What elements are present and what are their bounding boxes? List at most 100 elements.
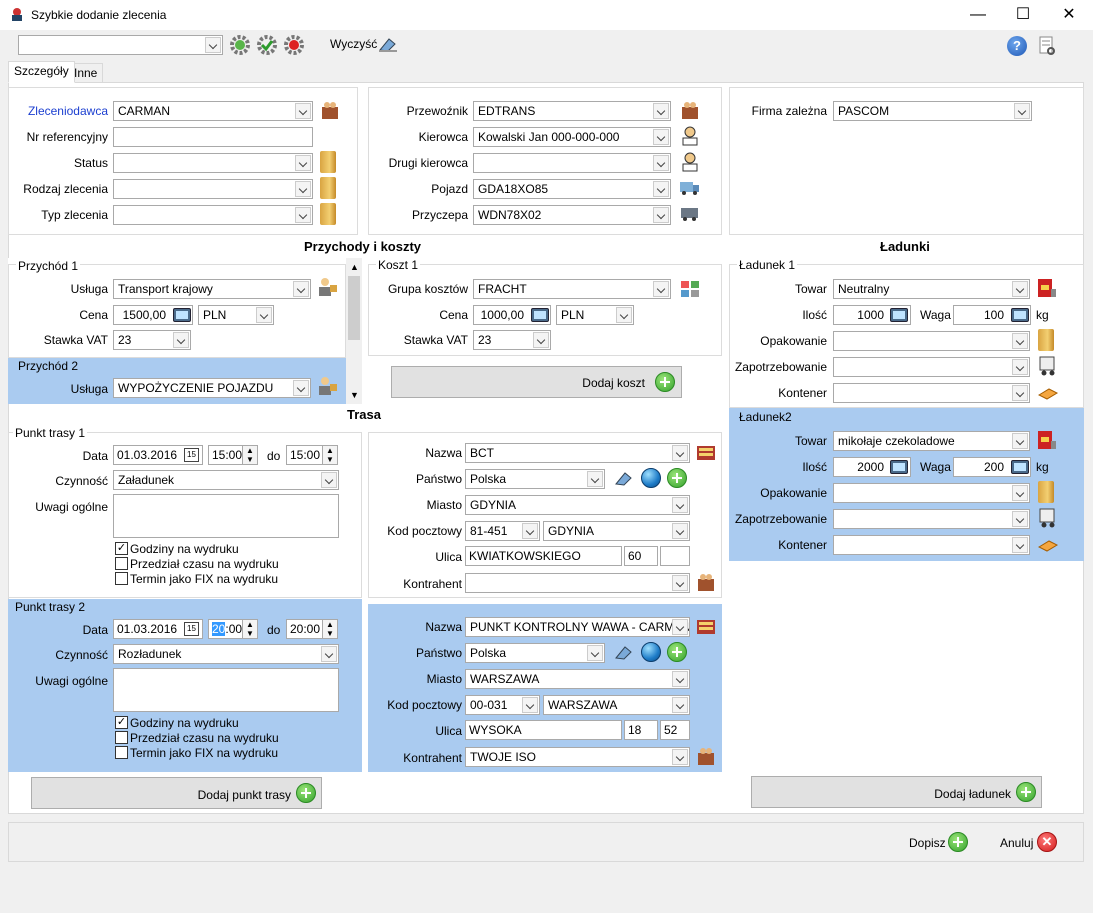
container-icon[interactable] [1037, 537, 1059, 553]
clear-label[interactable]: Wyczyść [330, 37, 377, 51]
gear-delete-icon[interactable] [283, 34, 305, 56]
cost-group-icon[interactable] [679, 278, 701, 300]
close-button[interactable]: ✕ [1046, 0, 1092, 30]
cost-vat-select[interactable]: 23 [473, 330, 551, 350]
truck-icon[interactable] [679, 180, 701, 196]
folder-icon[interactable] [320, 203, 336, 225]
eraser-icon[interactable] [377, 33, 399, 53]
driver-icon[interactable] [680, 151, 700, 172]
currency-select[interactable]: PLN [198, 305, 274, 325]
container-select[interactable] [833, 383, 1030, 403]
pack-select[interactable] [833, 331, 1030, 351]
zip-city2-select[interactable]: WARSZAWA [543, 695, 690, 715]
client-label[interactable]: Zleceniodawca [10, 104, 108, 118]
maximize-button[interactable]: ☐ [1000, 0, 1046, 30]
contractors-icon[interactable] [696, 745, 716, 765]
container2-select[interactable] [833, 535, 1030, 555]
calculator-icon[interactable] [890, 308, 908, 322]
country-select[interactable]: Polska [465, 469, 605, 489]
trailer-select[interactable]: WDN78X02 [473, 205, 671, 225]
cancel-label[interactable]: Anuluj [1000, 836, 1033, 850]
eraser-icon[interactable] [613, 641, 635, 661]
pack2-select[interactable] [833, 483, 1030, 503]
add-icon[interactable] [667, 642, 687, 662]
calculator-icon[interactable] [1011, 308, 1029, 322]
demand-truck-icon[interactable] [1037, 507, 1059, 529]
time-spinner[interactable]: ▲ ▼ [322, 619, 338, 639]
goods-icon[interactable] [1036, 277, 1058, 299]
service-select[interactable]: Transport krajowy [113, 279, 311, 299]
zip-select[interactable]: 81-451 [465, 521, 540, 541]
driver-icon[interactable] [680, 125, 700, 146]
address-book-icon[interactable] [695, 442, 717, 464]
contractors-icon[interactable] [696, 571, 716, 591]
activity2-select[interactable]: Rozładunek [113, 644, 339, 664]
cost-group-select[interactable]: FRACHT [473, 279, 671, 299]
time-spinner[interactable]: ▲ ▼ [242, 445, 258, 465]
cost-currency-select[interactable]: PLN [556, 305, 634, 325]
driver2-select[interactable] [473, 153, 671, 173]
add-cost-button[interactable]: Dodaj koszt [391, 366, 682, 398]
city-select[interactable]: GDYNIA [465, 495, 690, 515]
name2-select[interactable]: PUNKT KONTROLNY WAWA - CARMAN [465, 617, 690, 637]
report-icon[interactable] [1038, 35, 1056, 57]
goods-icon[interactable] [1036, 429, 1058, 451]
eraser-icon[interactable] [613, 467, 635, 487]
revenue-scrollbar[interactable]: ▲ ▼ [346, 258, 362, 404]
zip2-select[interactable]: 00-031 [465, 695, 540, 715]
flat-no-input[interactable] [660, 546, 690, 566]
add-route-point-button[interactable]: Dodaj punkt trasy [31, 777, 322, 809]
street-input[interactable]: KWIATKOWSKIEGO [465, 546, 622, 566]
print-range-checkbox[interactable] [115, 557, 128, 570]
calendar-icon[interactable]: 15 [184, 622, 199, 636]
globe-icon[interactable] [641, 468, 661, 488]
help-icon[interactable]: ? [1007, 36, 1027, 56]
scroll-thumb[interactable] [348, 276, 360, 340]
name-select[interactable]: BCT [465, 443, 690, 463]
contractor2-select[interactable]: TWOJE ISO [465, 747, 690, 767]
client-select[interactable]: CARMAN [113, 101, 313, 121]
carrier-select[interactable]: EDTRANS [473, 101, 671, 121]
print-range2-checkbox[interactable] [115, 731, 128, 744]
scroll-down-icon[interactable]: ▼ [350, 390, 359, 400]
folder-icon[interactable] [1038, 481, 1054, 503]
fix-term-checkbox[interactable] [115, 572, 128, 585]
contractor-select[interactable] [465, 573, 690, 593]
zip-city-select[interactable]: GDYNIA [543, 521, 690, 541]
folder-icon[interactable] [1038, 329, 1054, 351]
trailer-icon[interactable] [679, 206, 701, 222]
add-icon[interactable] [667, 468, 687, 488]
ref-input[interactable] [113, 127, 313, 147]
street2-input[interactable]: WYSOKA [465, 720, 622, 740]
vehicle-select[interactable]: GDA18XO85 [473, 179, 671, 199]
calculator-icon[interactable] [173, 308, 191, 322]
kind-select[interactable] [113, 179, 313, 199]
country2-select[interactable]: Polska [465, 643, 605, 663]
scroll-up-icon[interactable]: ▲ [350, 262, 359, 272]
goods-select[interactable]: Neutralny [833, 279, 1030, 299]
house-no-input[interactable]: 60 [624, 546, 658, 566]
folder-icon[interactable] [320, 151, 336, 173]
calculator-icon[interactable] [1011, 460, 1029, 474]
submit-label[interactable]: Dopisz [909, 836, 946, 850]
goods2-select[interactable]: mikołaje czekoladowe [833, 431, 1030, 451]
tab-details[interactable]: Szczegóły [8, 61, 75, 83]
activity-select[interactable]: Załadunek [113, 470, 339, 490]
service-icon[interactable] [317, 276, 337, 296]
gear-check-icon[interactable] [256, 34, 278, 56]
type-select[interactable] [113, 205, 313, 225]
container-icon[interactable] [1037, 385, 1059, 401]
globe-icon[interactable] [641, 642, 661, 662]
gear-refresh-icon[interactable] [229, 34, 251, 56]
house-no2-input[interactable]: 18 [624, 720, 658, 740]
add-cargo-button[interactable]: Dodaj ładunek [751, 776, 1042, 808]
flat-no2-input[interactable]: 52 [660, 720, 690, 740]
notes2-textarea[interactable] [113, 668, 339, 712]
city2-select[interactable]: WARSZAWA [465, 669, 690, 689]
demand-select[interactable] [833, 357, 1030, 377]
demand2-select[interactable] [833, 509, 1030, 529]
calculator-icon[interactable] [890, 460, 908, 474]
submit-icon[interactable] [948, 832, 968, 852]
address-book-icon[interactable] [695, 616, 717, 638]
calendar-icon[interactable]: 15 [184, 448, 199, 462]
